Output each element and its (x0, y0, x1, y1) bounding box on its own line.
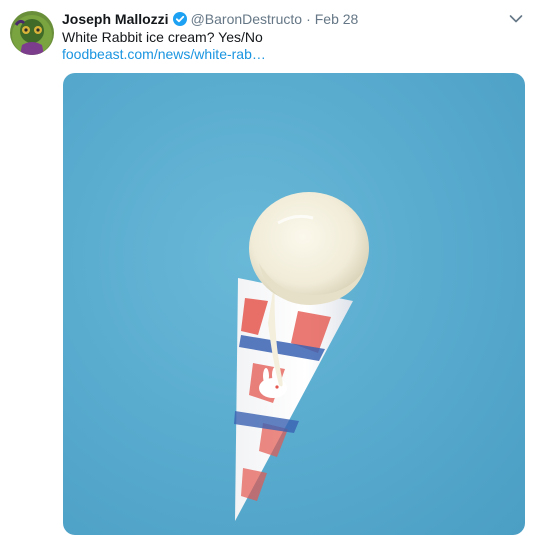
author-handle[interactable]: @BaronDestructo (191, 11, 302, 27)
tweet-date[interactable]: Feb 28 (315, 11, 359, 27)
tweet-header: Joseph Mallozzi @BaronDestructo · Feb 28 (62, 9, 358, 29)
tweet-link[interactable]: foodbeast.com/news/white-rab… (62, 45, 266, 63)
profile-avatar[interactable] (10, 11, 54, 55)
tweet-media-photo[interactable] (63, 73, 525, 535)
author-name[interactable]: Joseph Mallozzi (62, 11, 169, 27)
tweet-card[interactable]: Joseph Mallozzi @BaronDestructo · Feb 28… (0, 0, 538, 540)
chevron-down-icon[interactable] (508, 12, 524, 26)
separator-dot: · (306, 11, 311, 27)
verified-badge-icon (172, 12, 187, 26)
tweet-text: White Rabbit ice cream? Yes/No (62, 29, 263, 45)
